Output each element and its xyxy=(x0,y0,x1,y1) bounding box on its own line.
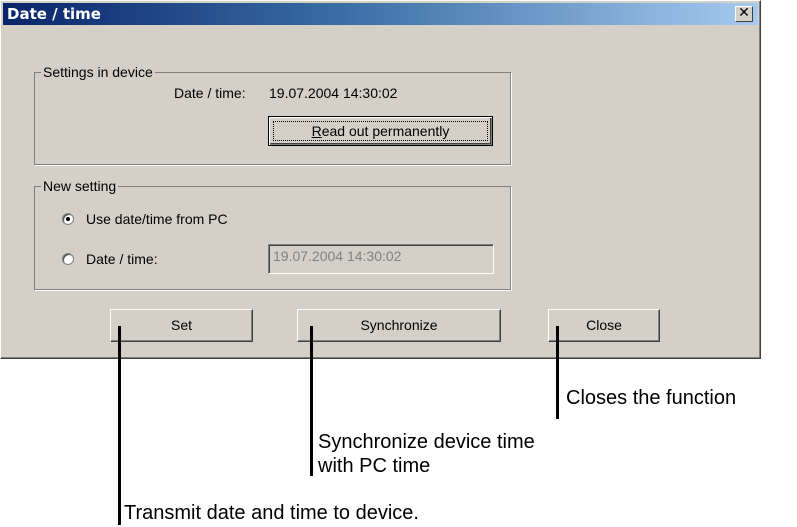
manual-date-time-input[interactable]: 19.07.2004 14:30:02 xyxy=(268,244,494,274)
sync-callout-line xyxy=(310,326,313,476)
window-title: Date / time xyxy=(7,5,101,23)
sync-annotation-line2: with PC time xyxy=(318,455,431,477)
close-icon: ✕ xyxy=(738,5,750,21)
new-setting-group: New setting xyxy=(34,178,511,290)
device-date-time-value: 19.07.2004 14:30:02 xyxy=(269,85,398,101)
device-date-time-label: Date / time: xyxy=(174,85,246,101)
title-bar[interactable]: Date / time ✕ xyxy=(3,3,758,25)
use-pc-time-radio[interactable] xyxy=(62,213,74,225)
read-out-permanently-button[interactable]: Read out permanently xyxy=(268,116,493,146)
sync-annotation-line1: Synchronize device time xyxy=(318,431,535,453)
close-callout-line xyxy=(556,326,559,419)
radio-selected-dot xyxy=(66,217,70,221)
close-button[interactable]: Close xyxy=(548,309,660,342)
synchronize-button[interactable]: Synchronize xyxy=(297,309,501,342)
use-pc-time-label[interactable]: Use date/time from PC xyxy=(86,211,228,227)
close-button-label: Close xyxy=(586,317,622,333)
close-window-button[interactable]: ✕ xyxy=(735,6,753,22)
manual-date-time-radio[interactable] xyxy=(62,253,74,265)
set-button[interactable]: Set xyxy=(110,309,253,342)
new-setting-legend: New setting xyxy=(41,178,119,194)
set-button-label: Set xyxy=(170,317,192,333)
set-annotation: Transmit date and time to device. xyxy=(124,502,419,524)
settings-in-device-legend: Settings in device xyxy=(41,64,155,80)
synchronize-button-label: Synchronize xyxy=(360,317,438,333)
close-annotation: Closes the function xyxy=(566,387,737,409)
focus-ring xyxy=(273,121,488,141)
date-time-dialog: Date / time ✕ Settings in device Date / … xyxy=(0,0,761,359)
manual-date-time-label[interactable]: Date / time: xyxy=(86,251,158,267)
set-callout-line xyxy=(118,326,121,525)
